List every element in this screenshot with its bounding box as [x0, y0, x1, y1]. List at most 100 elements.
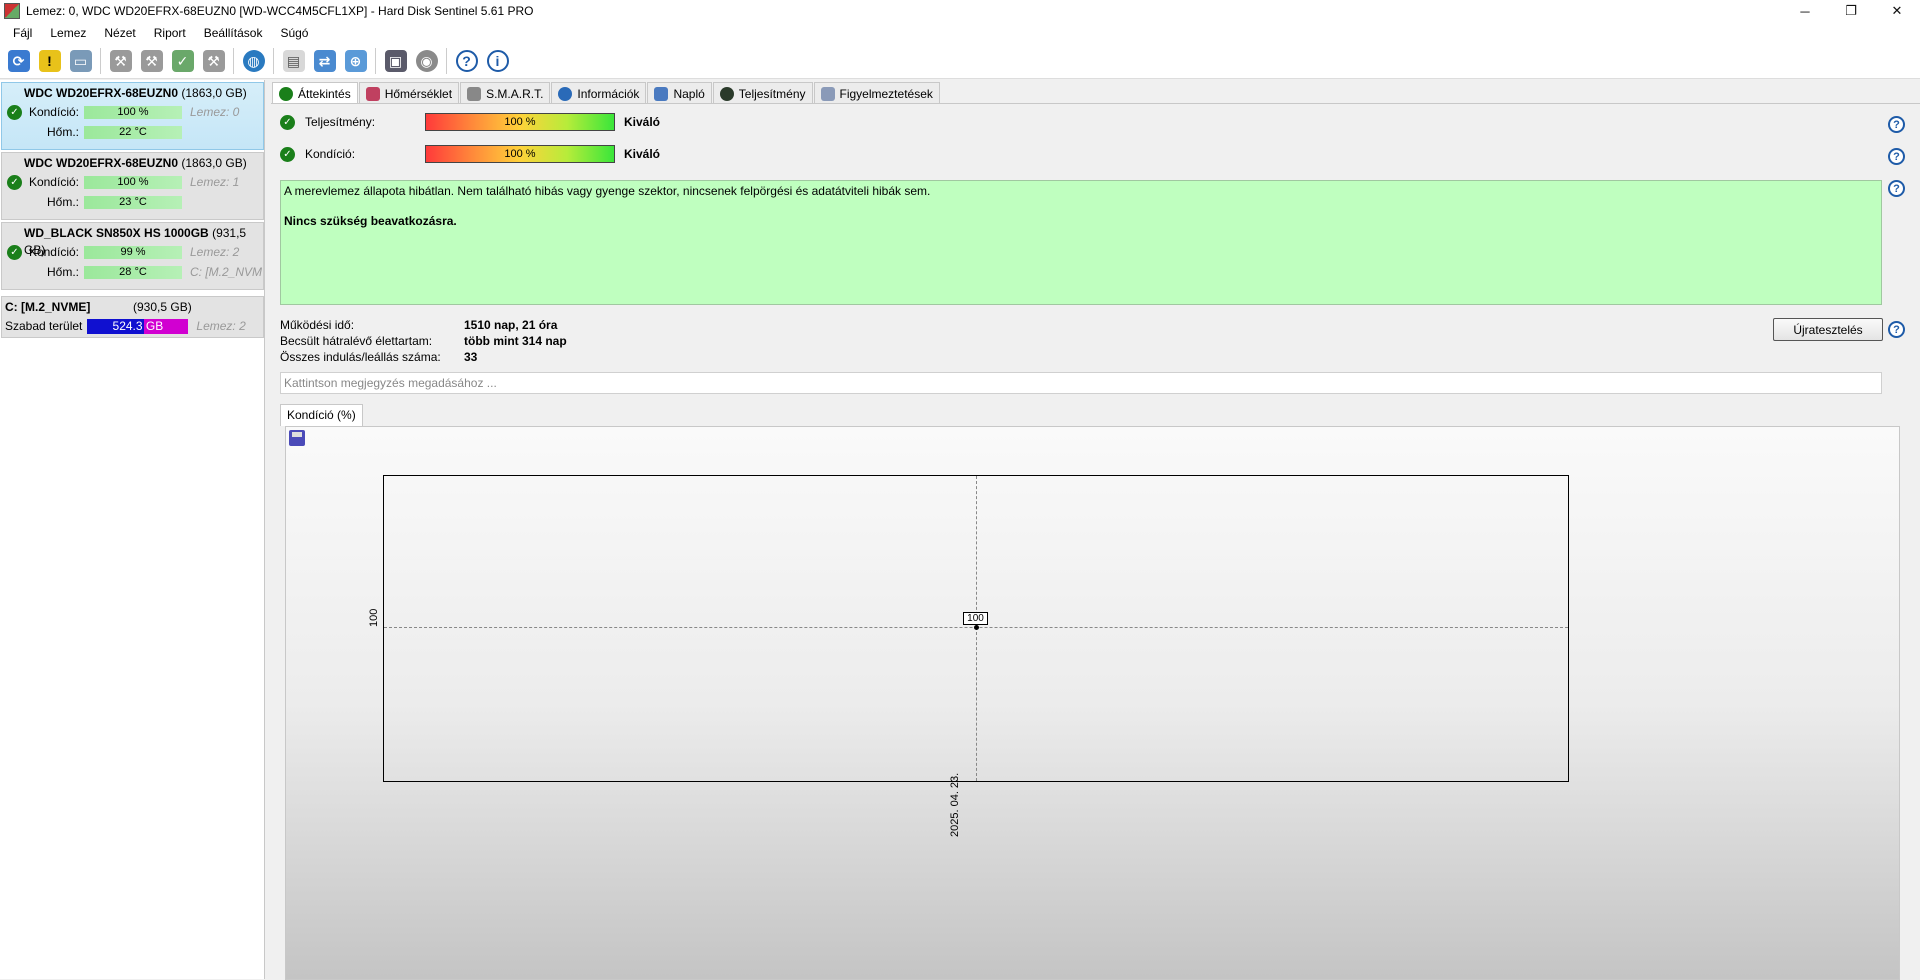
alert-button[interactable]: !	[34, 46, 65, 76]
help-icon[interactable]: ?	[1888, 180, 1905, 197]
chart-plot-area: 100	[383, 475, 1569, 782]
check-icon	[279, 87, 293, 101]
window-title: Lemez: 0, WDC WD20EFRX-68EUZN0 [WD-WCC4M…	[26, 4, 534, 18]
disk-item-2[interactable]: WD_BLACK SN850X HS 1000GB (931,5 GB) ✓ Ko…	[1, 222, 264, 290]
help-button[interactable]: ?	[451, 46, 482, 76]
tab-label: Információk	[577, 86, 640, 101]
condition-bar: 99 %	[84, 245, 182, 259]
globe-icon: ◍	[242, 50, 265, 72]
menu-file[interactable]: Fájl	[4, 26, 41, 40]
drive-icon: ▭	[69, 50, 92, 72]
disk-index: Lemez: 1	[190, 175, 240, 189]
sync-button[interactable]: ⇄	[309, 46, 340, 76]
disk-tool-3-button[interactable]: ⚒	[198, 46, 229, 76]
info-button[interactable]: i	[482, 46, 513, 76]
tab-temperature[interactable]: Hőmérséklet	[358, 82, 460, 104]
speedometer-icon	[719, 86, 734, 101]
condition-label: Kondíció:	[305, 147, 356, 161]
menu-report[interactable]: Riport	[145, 26, 195, 40]
disk-item-1[interactable]: WDC WD20EFRX-68EUZN0 (1863,0 GB) ✓ Kondíc…	[1, 152, 264, 220]
app-icon	[4, 3, 20, 19]
x-tick-label: 2025. 04. 23.	[949, 772, 961, 837]
disk-index: Lemez: 0	[190, 105, 240, 119]
check-icon: ✓	[7, 174, 22, 190]
condition-bar: 100 %	[84, 105, 182, 119]
condition-row: ✓ Kondíció: 100 % Kiváló	[280, 143, 660, 165]
volume-size: (930,5 GB)	[133, 300, 192, 314]
disk-check-button[interactable]: ✓	[167, 46, 198, 76]
temp-bar: 23 °C	[84, 195, 182, 209]
lifetime-label: Becsült hátralévő élettartam:	[280, 334, 433, 348]
tab-information[interactable]: Információk	[551, 82, 647, 104]
volume-name: C: [M.2_NVME]	[5, 300, 91, 314]
monitor-button[interactable]: ▣	[380, 46, 411, 76]
menu-settings[interactable]: Beállítások	[195, 26, 272, 40]
refresh-icon: ⟳	[7, 50, 30, 72]
tab-alerts[interactable]: Figyelmeztetések	[813, 82, 940, 104]
tab-bar: Áttekintés Hőmérséklet S.M.A.R.T. Inform…	[272, 82, 941, 105]
disk-tool-2-button[interactable]: ⚒	[136, 46, 167, 76]
title-bar: Lemez: 0, WDC WD20EFRX-68EUZN0 [WD-WCC4M…	[0, 0, 1920, 22]
uptime-value: 1510 nap, 21 óra	[464, 318, 558, 332]
network-icon: ⊕	[344, 50, 367, 72]
warning-icon: !	[38, 50, 61, 72]
performance-label: Teljesítmény:	[305, 115, 376, 129]
report-button[interactable]: ▤	[278, 46, 309, 76]
performance-row: ✓ Teljesítmény: 100 % Kiváló	[280, 111, 660, 133]
performance-bar: 100 %	[425, 113, 615, 131]
lifetime-value: több mint 314 nap	[464, 334, 567, 348]
free-space-label: Szabad terület	[5, 319, 83, 333]
sound-button[interactable]: ◉	[411, 46, 442, 76]
thermometer-icon	[365, 86, 380, 101]
alert-list-icon	[820, 86, 835, 101]
disk-volume: C: [M.2_NVM	[190, 265, 263, 279]
check-icon: ✓	[7, 244, 22, 260]
toolbar-separator	[375, 48, 376, 74]
disk-icon	[467, 86, 482, 101]
monitor-icon: ▣	[384, 50, 407, 72]
volume-item[interactable]: C: [M.2_NVME] (930,5 GB) Szabad terület 5…	[1, 296, 264, 338]
overview-panel: ✓ Teljesítmény: 100 % Kiváló ? ✓ Kondíci…	[271, 103, 1920, 980]
save-icon[interactable]	[289, 430, 305, 446]
menu-disk[interactable]: Lemez	[41, 26, 95, 40]
menu-bar: Fájl Lemez Nézet Riport Beállítások Súgó	[0, 22, 1920, 44]
tab-log[interactable]: Napló	[647, 82, 712, 104]
temp-label: Hőm.:	[46, 125, 79, 139]
status-message: A merevlemez állapota hibátlan. Nem talá…	[284, 184, 931, 198]
disk-tool-2-icon: ⚒	[140, 50, 163, 72]
disk-tool-1-icon: ⚒	[109, 50, 132, 72]
tab-label: Figyelmeztetések	[839, 86, 933, 101]
refresh-button[interactable]: ⟳	[3, 46, 34, 76]
log-icon	[654, 86, 669, 101]
info-icon: i	[486, 50, 509, 72]
condition-bar: 100 %	[425, 145, 615, 163]
close-button[interactable]: ✕	[1874, 0, 1920, 22]
condition-bar: 100 %	[84, 175, 182, 189]
check-icon: ✓	[280, 146, 295, 162]
disk-name: WDC WD20EFRX-68EUZN0	[24, 156, 179, 170]
starts-label: Összes indulás/leállás száma:	[280, 350, 441, 364]
help-icon[interactable]: ?	[1888, 116, 1905, 133]
menu-view[interactable]: Nézet	[95, 26, 144, 40]
retest-button[interactable]: Újratesztelés	[1773, 318, 1883, 341]
toolbar-separator	[100, 48, 101, 74]
help-icon[interactable]: ?	[1888, 321, 1905, 338]
help-icon[interactable]: ?	[1888, 148, 1905, 165]
maximize-button[interactable]: ❐	[1828, 0, 1874, 22]
network-button[interactable]: ⊕	[340, 46, 371, 76]
disk-check-icon: ✓	[171, 50, 194, 72]
tab-overview[interactable]: Áttekintés	[272, 82, 358, 105]
minimize-button[interactable]: ─	[1782, 0, 1828, 22]
note-field[interactable]: Kattintson megjegyzés megadásához ...	[280, 372, 1882, 394]
tab-performance[interactable]: Teljesítmény	[712, 82, 813, 104]
status-recommendation: Nincs szükség beavatkozásra.	[284, 214, 457, 228]
disk-tool-1-button[interactable]: ⚒	[105, 46, 136, 76]
condition-chart: 100 100 2025. 04. 23.	[285, 426, 1900, 980]
menu-help[interactable]: Súgó	[271, 26, 317, 40]
disk-item-0[interactable]: WDC WD20EFRX-68EUZN0 (1863,0 GB) ✓ Kondíc…	[1, 82, 264, 150]
tab-smart[interactable]: S.M.A.R.T.	[460, 82, 551, 104]
drive-button[interactable]: ▭	[65, 46, 96, 76]
tab-condition-chart[interactable]: Kondíció (%)	[280, 404, 363, 426]
condition-rating: Kiváló	[624, 147, 661, 161]
web-button[interactable]: ◍	[238, 46, 269, 76]
